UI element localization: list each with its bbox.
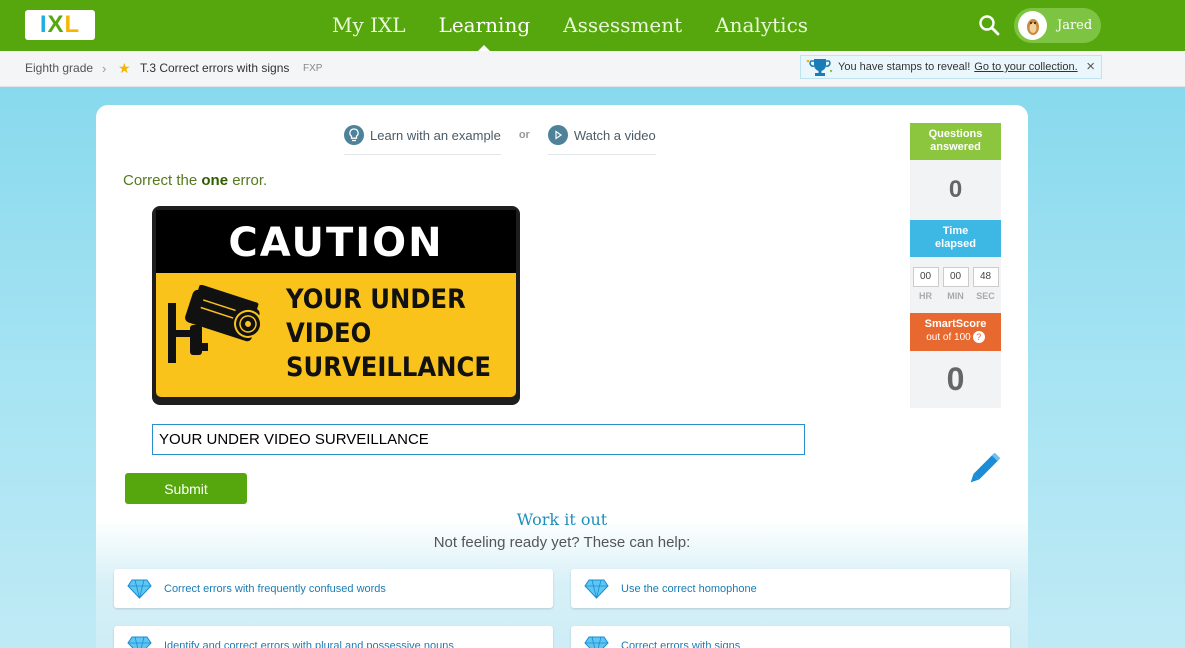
timer-minutes: 00 [942,267,969,287]
nav-my-ixl[interactable]: My IXL [332,0,406,51]
prompt-emphasis: one [201,172,229,189]
skill-code: FXP [303,63,323,74]
submit-button[interactable]: Submit [125,473,247,504]
watch-video-label: Watch a video [573,127,656,143]
skill-link-label: Correct errors with frequently confused … [164,582,386,595]
star-icon: ★ [118,60,131,76]
practice-card: Learn with an example or Watch a video C… [96,105,1028,648]
watch-video-link[interactable]: Watch a video [547,123,656,155]
main-nav: My IXL Learning Assessment Analytics [332,0,841,51]
skill-link-label: Use the correct homophone [621,582,757,595]
nav-analytics[interactable]: Analytics [715,0,808,51]
smartscore-header: SmartScore out of 100? [910,313,1001,351]
breadcrumb: Eighth grade › ★ T.3 Correct errors with… [0,51,1185,87]
help-or: or [518,129,530,141]
timer: 00 HR 00 MIN 48 SEC [910,257,1001,313]
questions-answered-value: 0 [910,160,1001,220]
close-icon[interactable]: × [1086,58,1095,75]
diamond-icon [127,579,152,599]
trophy-icon [806,59,833,76]
skill-link[interactable]: Correct errors with signs [571,626,1010,648]
sign-line: VIDEO [286,318,372,349]
time-elapsed-header: Time elapsed [910,220,1001,257]
question-prompt: Correct the one error. [123,172,268,189]
sign-line: YOUR UNDER [286,284,466,315]
caution-sign-image: CAUTION YOUR UNDER VIDEO SURVEILLANCE [152,206,520,405]
nav-learning[interactable]: Learning [439,0,530,51]
breadcrumb-grade[interactable]: Eighth grade [25,61,93,75]
stamps-notice: You have stamps to reveal! Go to your co… [800,55,1102,79]
timer-hours: 00 [912,267,939,287]
nav-assessment[interactable]: Assessment [563,0,682,51]
top-nav: IXL My IXL Learning Assessment Analytics… [0,0,1185,51]
breadcrumb-skill: T.3 Correct errors with signs [140,61,290,75]
help-icon[interactable]: ? [972,331,985,344]
avatar [1018,11,1047,40]
lightbulb-icon [344,125,364,145]
diamond-icon [584,636,609,648]
ixl-logo[interactable]: IXL [25,10,95,40]
timer-seconds: 48 [972,267,999,287]
diamond-icon [584,579,609,599]
skill-link-label: Identify and correct errors with plural … [164,639,454,648]
user-name: Jared [1057,18,1093,33]
help-links: Learn with an example or Watch a video [344,123,656,155]
skill-link[interactable]: Identify and correct errors with plural … [114,626,553,648]
diamond-icon [127,636,152,648]
skill-link[interactable]: Use the correct homophone [571,569,1010,608]
pencil-icon[interactable] [964,453,1000,489]
play-icon [547,125,568,145]
sign-text: YOUR UNDER VIDEO SURVEILLANCE [286,283,491,385]
security-camera-icon [168,285,263,363]
sign-line: SURVEILLANCE [286,352,491,383]
learn-with-example-label: Learn with an example [370,127,501,143]
skill-link-label: Correct errors with signs [621,639,741,648]
skill-link[interactable]: Correct errors with frequently confused … [114,569,553,608]
work-it-out-subtitle: Not feeling ready yet? These can help: [433,534,691,551]
stamps-collection-link[interactable]: Go to your collection. [974,61,1077,73]
stats-panel: Questions answered 0 Time elapsed 00 HR 00 M… [910,123,1001,408]
search-icon[interactable] [978,14,1000,36]
questions-answered-header: Questions answered [910,123,1001,160]
user-menu[interactable]: Jared [1014,8,1101,43]
answer-input[interactable] [152,424,805,455]
work-it-out-title: Work it out [516,510,608,529]
chevron-right-icon: › [102,61,107,76]
mascot-icon [1026,18,1039,35]
learn-with-example-link[interactable]: Learn with an example [344,123,501,155]
sign-header: CAUTION [156,210,516,273]
stamps-message: You have stamps to reveal! [838,61,971,73]
smartscore-value: 0 [910,351,1001,408]
